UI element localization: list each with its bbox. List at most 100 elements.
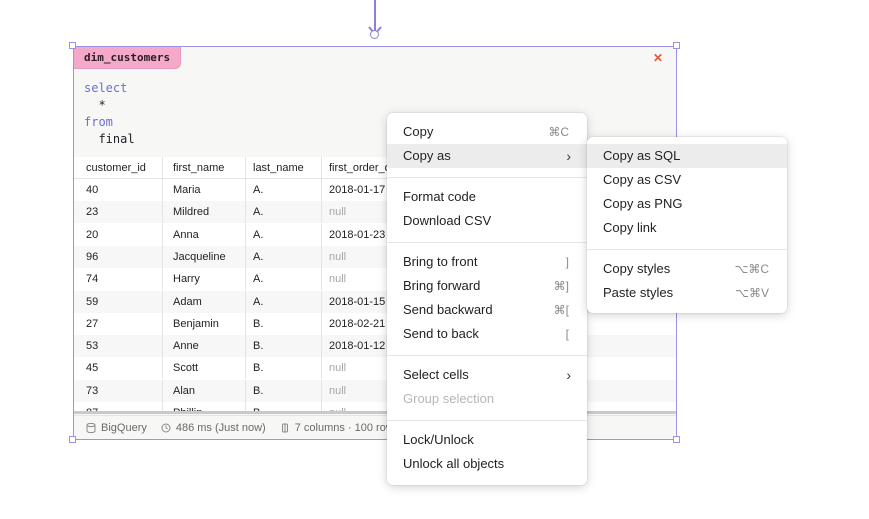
menu-item-label: Send backward <box>403 302 493 317</box>
table-cell[interactable]: Scott <box>173 357 249 379</box>
menu-item-label: Lock/Unlock <box>403 432 474 447</box>
menu-item-label: Select cells <box>403 367 469 382</box>
menu-item-copy-styles[interactable]: Copy styles ⌥⌘C <box>587 257 787 281</box>
summary-info: 7 columns · 100 row <box>280 422 394 434</box>
summary-label: 7 columns · 100 row <box>294 421 394 434</box>
menu-item-label: Copy as PNG <box>603 196 683 211</box>
block-name-tag[interactable]: dim_customers <box>74 47 182 69</box>
menu-item-label: Copy styles <box>603 261 671 276</box>
shortcut-label: ⌘C <box>548 125 569 139</box>
table-cell[interactable]: A. <box>253 268 325 290</box>
resize-handle-top-right[interactable] <box>673 42 680 49</box>
menu-divider <box>387 420 587 421</box>
keyword-from: from <box>84 115 113 129</box>
canvas[interactable]: dim_customers ✕ select * from final cust… <box>0 0 869 519</box>
close-x-icon[interactable]: ✕ <box>652 52 664 64</box>
menu-item-copy-link[interactable]: Copy link <box>587 216 787 240</box>
source-label: BigQuery <box>101 421 147 434</box>
menu-item-send-to-back[interactable]: Send to back [ <box>387 322 587 346</box>
menu-item-label: Download CSV <box>403 213 492 228</box>
menu-item-label: Bring forward <box>403 278 481 293</box>
menu-item-lock-unlock[interactable]: Lock/Unlock <box>387 428 587 452</box>
menu-item-format-code[interactable]: Format code <box>387 185 587 209</box>
sql-code[interactable]: select * from final <box>84 80 135 148</box>
table-cell[interactable]: A. <box>253 201 325 223</box>
menu-item-label: Copy link <box>603 220 657 235</box>
table-cell[interactable]: Adam <box>173 291 249 313</box>
resize-handle-bottom-left[interactable] <box>69 436 76 443</box>
table-cell[interactable]: A. <box>253 224 325 246</box>
menu-item-copy-as[interactable]: Copy as › <box>387 144 587 168</box>
table-cell[interactable]: Harry <box>173 268 249 290</box>
shortcut-label: ⌥⌘C <box>734 262 770 276</box>
menu-item-label: Unlock all objects <box>403 456 505 471</box>
clock-icon <box>161 423 171 432</box>
menu-item-bring-to-front[interactable]: Bring to front ] <box>387 250 587 274</box>
table-cell[interactable]: B. <box>253 313 325 335</box>
table-cell[interactable]: A. <box>253 291 325 313</box>
menu-item-group-selection: Group selection <box>387 387 587 411</box>
table-cell[interactable]: 53 <box>86 335 166 357</box>
table-cell[interactable]: 96 <box>86 246 166 268</box>
timing-info: 486 ms (Just now) <box>161 422 266 434</box>
table-cell[interactable]: Maria <box>173 179 249 201</box>
source-info: BigQuery <box>86 422 147 434</box>
menu-divider <box>387 242 587 243</box>
menu-item-send-backward[interactable]: Send backward ⌘[ <box>387 298 587 322</box>
chevron-right-icon: › <box>566 367 571 383</box>
shortcut-label: ⌘] <box>553 279 569 293</box>
menu-item-label: Copy as CSV <box>603 172 682 187</box>
table-cell[interactable]: 74 <box>86 268 166 290</box>
menu-item-unlock-all[interactable]: Unlock all objects <box>387 452 587 476</box>
table-cell[interactable]: A. <box>253 179 325 201</box>
menu-item-copy-as-sql[interactable]: Copy as SQL <box>587 144 787 168</box>
column-header[interactable]: last_name <box>253 157 325 179</box>
table-cell[interactable]: Alan <box>173 380 249 402</box>
table-cell[interactable]: Jacqueline <box>173 246 249 268</box>
table-cell[interactable]: Anna <box>173 224 249 246</box>
resize-handle-bottom-right[interactable] <box>673 436 680 443</box>
menu-item-label: Copy as SQL <box>603 148 681 163</box>
table-cell[interactable]: Mildred <box>173 201 249 223</box>
shortcut-label: ] <box>565 255 569 269</box>
table-cell[interactable]: 20 <box>86 224 166 246</box>
menu-item-copy[interactable]: Copy ⌘C <box>387 120 587 144</box>
shortcut-label: [ <box>565 327 569 341</box>
context-menu: Copy ⌘C Copy as › Format code Download C… <box>387 113 587 485</box>
table-cell[interactable]: Anne <box>173 335 249 357</box>
menu-item-bring-forward[interactable]: Bring forward ⌘] <box>387 274 587 298</box>
copy-as-submenu: Copy as SQL Copy as CSV Copy as PNG Copy… <box>587 137 787 313</box>
menu-item-download-csv[interactable]: Download CSV <box>387 209 587 233</box>
table-cell[interactable]: 73 <box>86 380 166 402</box>
database-icon <box>86 422 96 433</box>
menu-item-label: Format code <box>403 189 476 204</box>
shortcut-label: ⌥⌘V <box>735 286 769 300</box>
menu-item-label: Copy <box>403 124 434 139</box>
timing-label: 486 ms (Just now) <box>175 421 266 434</box>
menu-item-copy-as-png[interactable]: Copy as PNG <box>587 192 787 216</box>
column-header[interactable]: first_name <box>173 157 249 179</box>
table-cell[interactable]: B. <box>253 357 325 379</box>
table-cell[interactable]: A. <box>253 246 325 268</box>
menu-item-paste-styles[interactable]: Paste styles ⌥⌘V <box>587 281 787 305</box>
table-cell[interactable]: 59 <box>86 291 166 313</box>
table-cell[interactable]: 40 <box>86 179 166 201</box>
identifier-final: final <box>98 132 135 146</box>
menu-item-label: Bring to front <box>403 254 478 269</box>
menu-item-copy-as-csv[interactable]: Copy as CSV <box>587 168 787 192</box>
keyword-select: select <box>84 81 128 95</box>
menu-divider <box>387 177 587 178</box>
table-cell[interactable]: B. <box>253 380 325 402</box>
columns-icon <box>281 423 288 432</box>
resize-handle-top-left[interactable] <box>69 42 76 49</box>
table-cell[interactable]: 45 <box>86 357 166 379</box>
select-star: * <box>98 98 106 112</box>
column-header[interactable]: customer_id <box>86 157 166 179</box>
table-cell[interactable]: Benjamin <box>173 313 249 335</box>
connection-point[interactable] <box>370 30 379 39</box>
table-cell[interactable]: 23 <box>86 201 166 223</box>
menu-item-select-cells[interactable]: Select cells › <box>387 363 587 387</box>
table-cell[interactable]: 27 <box>86 313 166 335</box>
table-cell[interactable]: B. <box>253 335 325 357</box>
chevron-right-icon: › <box>566 148 571 164</box>
